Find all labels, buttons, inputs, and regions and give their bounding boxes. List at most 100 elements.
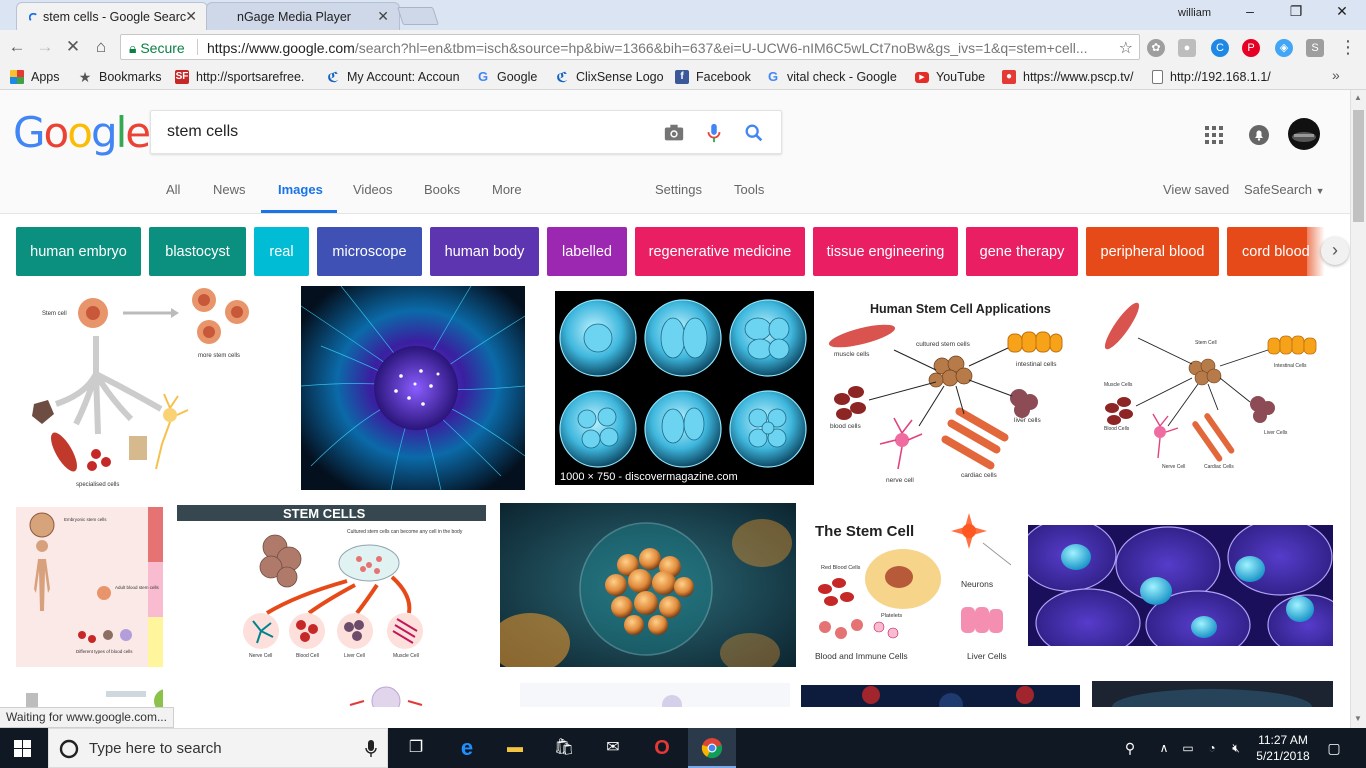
scroll-up-icon[interactable]: ▲ (1354, 93, 1362, 102)
tab-news[interactable]: News (213, 182, 246, 197)
chip-real[interactable]: real (254, 227, 309, 276)
camera-icon[interactable] (663, 122, 685, 144)
image-result[interactable] (301, 286, 525, 490)
wifi-icon[interactable]: ◔ (1200, 736, 1224, 760)
chip-blastocyst[interactable]: blastocyst (149, 227, 246, 276)
image-result[interactable] (500, 503, 796, 667)
image-result[interactable]: Embryonic stem cells Adult blood stem ce… (16, 507, 163, 667)
tools-link[interactable]: Tools (734, 182, 764, 197)
safesearch-toggle[interactable]: SafeSearch ▼ (1244, 182, 1324, 197)
chrome-taskbar-button[interactable] (688, 728, 736, 768)
show-hidden-icons[interactable]: ∧ (1152, 736, 1176, 760)
tab-videos[interactable]: Videos (353, 182, 393, 197)
chip-human-embryo[interactable]: human embryo (16, 227, 141, 276)
pinterest-extension-icon[interactable]: P (1242, 39, 1260, 57)
close-window-icon[interactable]: ✕ (1328, 3, 1356, 25)
record-extension-icon[interactable]: ● (1178, 39, 1196, 57)
search-icon[interactable] (743, 122, 765, 144)
page-scrollbar[interactable]: ▲ ▼ (1350, 90, 1366, 728)
image-result[interactable]: Human Stem Cell Applications cultured st… (824, 294, 1068, 486)
file-explorer-icon[interactable]: ▬ (503, 736, 527, 760)
stop-loading-icon[interactable]: ✕ (61, 35, 85, 59)
chip-gene-therapy[interactable]: gene therapy (966, 227, 1078, 276)
tab-more[interactable]: More (492, 182, 522, 197)
image-result[interactable] (801, 685, 1080, 707)
chip-peripheral-blood[interactable]: peripheral blood (1086, 227, 1219, 276)
bookmark-youtube[interactable]: ▶ YouTube (915, 68, 985, 86)
chip-tissue-engineering[interactable]: tissue engineering (813, 227, 958, 276)
bookmark-vital-check[interactable]: G vital check - Google (766, 68, 897, 86)
image-result[interactable] (1092, 681, 1333, 707)
image-result[interactable]: 1000 × 750 - discovermagazine.com (555, 291, 814, 485)
tab-ngage-media-player[interactable]: nGage Media Player ✕ (206, 2, 400, 30)
restore-icon[interactable]: ❐ (1282, 3, 1310, 25)
action-center-icon[interactable]: ▢ (1322, 736, 1346, 760)
avatar[interactable] (1288, 118, 1320, 150)
scrollbar-thumb[interactable] (1353, 110, 1364, 222)
image-result[interactable]: Stem Cell Muscle Cells Intestinal Cells … (1098, 298, 1322, 474)
bookmark-sportsarefree[interactable]: SF http://sportsarefree. (175, 68, 304, 86)
chip-microscope[interactable]: microscope (317, 227, 422, 276)
image-result[interactable] (1028, 525, 1333, 646)
chip-regenerative-medicine[interactable]: regenerative medicine (635, 227, 805, 276)
taskbar-search-input[interactable]: Type here to search (89, 740, 222, 757)
bookmark-pscp[interactable]: ● https://www.pscp.tv/ (1002, 68, 1133, 86)
secure-indicator[interactable]: 🔒︎ Secure (129, 40, 185, 57)
tab-all[interactable]: All (166, 182, 180, 197)
more-bookmarks-icon[interactable]: » (1332, 67, 1340, 83)
home-icon[interactable]: ⌂ (89, 35, 113, 59)
scroll-down-icon[interactable]: ▼ (1354, 714, 1362, 723)
close-tab-icon[interactable]: ✕ (185, 8, 197, 25)
bookmark-router[interactable]: http://192.168.1.1/ (1152, 68, 1271, 86)
bookmark-bookmarks[interactable]: ★ Bookmarks (78, 68, 162, 86)
microphone-icon[interactable] (703, 122, 725, 144)
back-icon[interactable]: ← (5, 35, 29, 59)
task-view-icon[interactable]: ❐ (404, 736, 428, 760)
forward-icon[interactable]: → (33, 35, 57, 59)
people-icon[interactable]: ⚲ (1118, 736, 1142, 760)
image-result[interactable]: The Stem Cell Neurons Red Blood Cells Pl… (811, 509, 1023, 665)
image-result[interactable] (16, 683, 163, 707)
windows-start-icon[interactable] (14, 740, 31, 757)
s-extension-icon[interactable]: S (1306, 39, 1324, 57)
image-result[interactable] (520, 683, 790, 707)
image-result[interactable]: Stem cell more stem cells specialised ce… (16, 284, 256, 490)
url-text[interactable]: https://www.google.com/search?hl=en&tbm=… (207, 40, 1107, 56)
opera-icon[interactable]: O (650, 736, 674, 760)
settings-link[interactable]: Settings (655, 182, 702, 197)
taskbar-clock[interactable]: 11:27 AM 5/21/2018 (1254, 732, 1312, 764)
apps-grid-icon[interactable] (1205, 126, 1223, 144)
bookmark-apps[interactable]: Apps (10, 68, 60, 86)
close-tab-icon[interactable]: ✕ (377, 8, 389, 25)
search-input[interactable]: stem cells (167, 123, 238, 141)
clixsense-extension-icon[interactable]: C (1211, 39, 1229, 57)
view-saved-link[interactable]: View saved (1163, 182, 1229, 197)
image-result[interactable] (330, 683, 440, 707)
vpn-extension-icon[interactable]: ◈ (1275, 39, 1293, 57)
chips-scroll-right[interactable]: › (1307, 227, 1351, 276)
notifications-bell-icon[interactable] (1249, 125, 1269, 145)
address-bar[interactable]: 🔒︎ Secure https://www.google.com/search?… (120, 34, 1140, 60)
puzzle-extension-icon[interactable]: ✿ (1147, 39, 1165, 57)
chip-human-body[interactable]: human body (430, 227, 539, 276)
tab-stem-cells[interactable]: stem cells - Google Searc ✕ (16, 2, 208, 30)
mail-icon[interactable]: ✉ (601, 736, 625, 760)
new-tab-button[interactable] (397, 7, 439, 25)
store-icon[interactable]: 🛍︎ (552, 736, 576, 760)
minimize-icon[interactable]: – (1236, 3, 1264, 25)
profile-name[interactable]: william (1178, 7, 1211, 19)
bookmark-google[interactable]: G Google (476, 68, 537, 86)
microphone-icon[interactable] (365, 740, 377, 758)
bookmark-star-icon[interactable]: ☆ (1119, 38, 1133, 58)
volume-muted-icon[interactable]: 🔇︎ (1224, 736, 1248, 760)
bookmark-facebook[interactable]: f Facebook (675, 68, 751, 86)
chip-labelled[interactable]: labelled (547, 227, 627, 276)
tab-books[interactable]: Books (424, 182, 460, 197)
google-logo[interactable]: Google (13, 108, 151, 157)
battery-icon[interactable]: ▭ (1176, 736, 1200, 760)
edge-browser-icon[interactable]: e (455, 736, 479, 760)
bookmark-my-account[interactable]: ℭ My Account: Accoun (326, 68, 459, 86)
image-result[interactable]: STEM CELLS Cultured stem cells can becom… (177, 505, 486, 667)
tab-images[interactable]: Images (278, 182, 323, 197)
taskbar-search-box[interactable]: Type here to search (48, 728, 388, 768)
